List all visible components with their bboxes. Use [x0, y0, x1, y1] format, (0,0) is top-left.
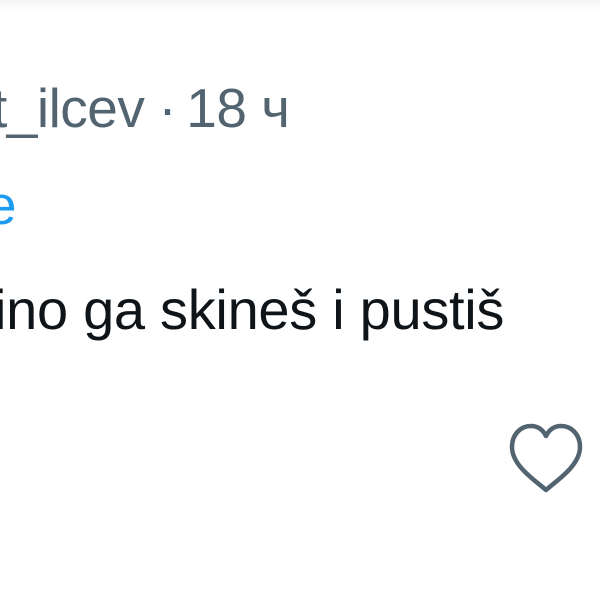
mention-link[interactable]: e	[0, 172, 17, 238]
header-separator: ·	[158, 77, 177, 139]
tweet-timestamp[interactable]: 18 ч	[186, 75, 290, 141]
like-button[interactable]	[506, 420, 586, 496]
author-handle[interactable]: t_ilcev	[0, 75, 145, 141]
top-edge-shade	[0, 0, 600, 12]
tweet-text: ino ga skineš i pustiš	[0, 278, 505, 341]
heart-outline-icon	[509, 423, 583, 493]
tweet-header: t_ilcev · 18 ч	[0, 75, 290, 141]
